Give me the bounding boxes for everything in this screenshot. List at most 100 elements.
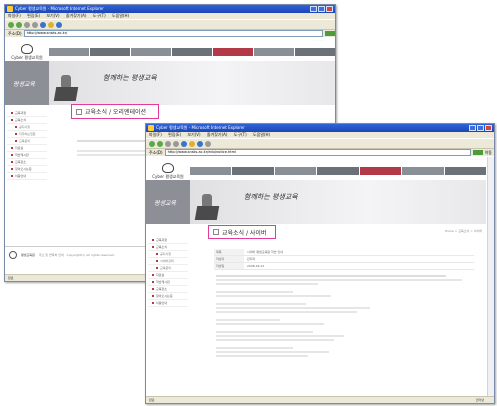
minimize-button[interactable]: [469, 125, 476, 131]
nav-item[interactable]: [274, 167, 317, 175]
text-line: [216, 319, 280, 321]
sidebar-item[interactable]: 찾아오시는길: [7, 166, 47, 173]
ie-icon: [148, 125, 154, 131]
forward-icon[interactable]: [157, 140, 163, 147]
divider: [77, 140, 147, 142]
site-logo[interactable]: Cyber 평생교육원: [146, 162, 190, 180]
mail-icon[interactable]: [197, 140, 203, 147]
title-bar: Cyber 평생교육원 - Microsoft Internet Explore…: [5, 5, 335, 13]
sidebar-subitem[interactable]: 자주하는질문: [7, 131, 47, 138]
menu-favorites[interactable]: 즐겨찾기(A): [207, 132, 228, 137]
sidebar-subitem[interactable]: 교육문의: [7, 138, 47, 145]
menu-edit[interactable]: 편집(E): [27, 13, 40, 18]
back-icon[interactable]: [8, 21, 14, 28]
sidebar-subitem[interactable]: 교육문의: [148, 265, 188, 272]
home-icon[interactable]: [181, 140, 187, 147]
address-bar: 주소(D) http://www.snsks.ac.kr/: [5, 29, 335, 37]
nav-item[interactable]: [317, 167, 359, 175]
minimize-button[interactable]: [310, 6, 317, 12]
sidebar-subitem[interactable]: 공지사항: [148, 251, 188, 258]
menu-edit[interactable]: 편집(E): [168, 132, 181, 137]
menu-favorites[interactable]: 즐겨찾기(A): [66, 13, 87, 18]
stop-icon[interactable]: [165, 140, 171, 147]
sidebar-item[interactable]: 교육장소: [148, 286, 188, 293]
table-row: 작성자 관리자: [214, 256, 474, 263]
menu-help[interactable]: 도움말(H): [112, 13, 129, 18]
text-line: [216, 331, 314, 333]
menu-view[interactable]: 보기(V): [187, 132, 200, 137]
sidebar-item[interactable]: 교육소식: [148, 244, 188, 251]
sidebar-item[interactable]: 찾아오시는길: [148, 293, 188, 300]
address-label: 주소(D): [149, 149, 163, 155]
nav-item-active[interactable]: [213, 48, 253, 56]
nav-item[interactable]: [402, 167, 444, 175]
nav-item[interactable]: [232, 167, 274, 175]
sidebar-item[interactable]: 이용안내: [7, 173, 47, 180]
maximize-button[interactable]: [318, 6, 325, 12]
sidebar-item[interactable]: 이용안내: [148, 300, 188, 307]
maximize-button[interactable]: [477, 125, 484, 131]
footer-text: 주소 및 연락처 안내 · Copyright(c) All rights re…: [38, 253, 115, 257]
print-icon[interactable]: [205, 140, 211, 147]
site-logo[interactable]: Cyber 평생교육원: [5, 43, 49, 61]
close-button[interactable]: [326, 6, 333, 12]
divider: [77, 150, 147, 152]
text-line: [216, 303, 306, 305]
footer-org: 평생교육원: [21, 253, 35, 257]
back-icon[interactable]: [149, 140, 155, 147]
menu-tools[interactable]: 도구(T): [93, 13, 106, 18]
mail-icon[interactable]: [56, 21, 62, 28]
sidebar-item[interactable]: 교육소식: [7, 117, 47, 124]
sidebar-item[interactable]: 자료실: [7, 145, 47, 152]
nav-item-active[interactable]: [359, 167, 402, 175]
banner-slogan: 함께하는 평생교육: [103, 74, 157, 82]
vertical-scrollbar[interactable]: [487, 157, 494, 397]
sidebar-item[interactable]: 학습게시판: [148, 279, 188, 286]
global-nav: [49, 48, 335, 56]
favorites-icon[interactable]: [189, 140, 195, 147]
text-line: [216, 275, 447, 277]
menu-file[interactable]: 파일(F): [149, 132, 162, 137]
go-button[interactable]: [472, 150, 483, 155]
nav-item[interactable]: [90, 48, 130, 56]
text-line: [216, 311, 357, 313]
address-input[interactable]: http://www.snsks.ac.kr/: [23, 30, 323, 37]
favorites-icon[interactable]: [48, 21, 54, 28]
nav-item[interactable]: [131, 48, 171, 56]
nav-item[interactable]: [295, 48, 335, 56]
back-list-area: [77, 138, 147, 158]
sidebar-subitem[interactable]: 사이버강좌: [148, 258, 188, 265]
nav-item[interactable]: [444, 167, 486, 175]
refresh-icon[interactable]: [173, 140, 179, 147]
menu-tools[interactable]: 도구(T): [234, 132, 247, 137]
go-button[interactable]: [325, 31, 335, 36]
text-line: [216, 279, 462, 281]
article-body: [214, 270, 474, 362]
menu-view[interactable]: 보기(V): [46, 13, 59, 18]
address-input[interactable]: http://www.snsks.ac.kr/edu/notice.html: [164, 149, 471, 156]
refresh-icon[interactable]: [32, 21, 38, 28]
menu-help[interactable]: 도움말(H): [253, 132, 270, 137]
nav-item[interactable]: [254, 48, 294, 56]
close-button[interactable]: [485, 125, 492, 131]
status-bar: 완료 인터넷: [146, 396, 494, 403]
home-icon[interactable]: [40, 21, 46, 28]
sidebar-item[interactable]: 학습게시판: [7, 152, 47, 159]
sidebar-subitem[interactable]: 공지사항: [7, 124, 47, 131]
banner-left-text: 평생교육: [154, 200, 177, 207]
stop-icon[interactable]: [24, 21, 30, 28]
nav-item[interactable]: [190, 167, 232, 175]
ie-icon: [7, 6, 13, 12]
section-callout-front: 교육소식 / 사이버: [208, 225, 276, 239]
sidebar-item[interactable]: 교육과정: [148, 237, 188, 244]
callout-label: 교육소식 / 사이버: [222, 229, 267, 237]
sidebar-item[interactable]: 교육과정: [7, 110, 47, 117]
table-row: 작성일 2008-04-21: [214, 263, 474, 270]
forward-icon[interactable]: [16, 21, 22, 28]
sidebar-item[interactable]: 교육장소: [7, 159, 47, 166]
nav-item[interactable]: [172, 48, 212, 56]
sidebar-item[interactable]: 자료실: [148, 272, 188, 279]
nav-item[interactable]: [49, 48, 89, 56]
menu-file[interactable]: 파일(F): [8, 13, 21, 18]
front-browser-window: Cyber 평생교육원 - Microsoft Internet Explore…: [145, 123, 495, 404]
